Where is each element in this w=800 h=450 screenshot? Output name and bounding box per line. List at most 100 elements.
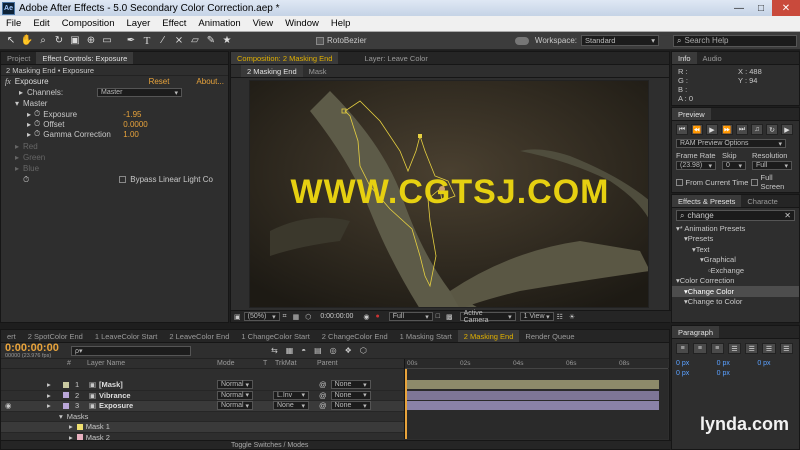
justify-all-icon[interactable]: ☰ <box>779 343 793 354</box>
mask-row[interactable]: ▸ Mask 1 <box>1 422 404 433</box>
about-link[interactable]: About... <box>196 77 224 86</box>
stopwatch-icon[interactable]: ⏱ <box>34 119 40 129</box>
effects-tree-item[interactable]: ▾ Change Color <box>672 286 799 297</box>
timeline-tab[interactable]: 2 Masking End <box>457 330 520 342</box>
safe-zones-icon[interactable]: ⌗ <box>283 313 287 321</box>
pickwhip-icon[interactable]: @ <box>319 380 327 389</box>
type-tool-icon[interactable]: T <box>140 34 154 48</box>
layer-duration-bar[interactable] <box>407 390 659 400</box>
justify-left-icon[interactable]: ☰ <box>727 343 742 354</box>
tab-paragraph[interactable]: Paragraph <box>672 326 720 338</box>
pan-behind-tool-icon[interactable]: ⊕ <box>84 34 98 48</box>
composition-viewer[interactable]: WWW.CGTSJ.COM <box>249 80 649 308</box>
justify-right-icon[interactable]: ☰ <box>762 343 776 354</box>
clone-stamp-tool-icon[interactable]: ⨯ <box>172 34 186 48</box>
expand-icon[interactable]: ▸ <box>27 130 31 139</box>
expand-icon[interactable]: ▸ <box>47 401 57 410</box>
align-left-icon[interactable]: ≡ <box>676 343 690 354</box>
toggle-switches-modes[interactable]: Toggle Switches / Modes <box>231 442 308 449</box>
space-before-field[interactable]: 0 px <box>676 370 714 377</box>
tab-preview[interactable]: Preview <box>672 108 711 120</box>
timeline-tab[interactable]: Render Queue <box>519 330 580 342</box>
preview-resolution-select[interactable]: Full ▾ <box>752 161 792 170</box>
puppet-tool-icon[interactable]: ★ <box>220 34 234 48</box>
time-graph[interactable]: 00s 02s 04s 06s 08s <box>404 359 668 439</box>
always-preview-icon[interactable]: ▣ <box>234 313 241 321</box>
ram-preview-button[interactable]: ▶ <box>781 124 793 135</box>
expand-icon[interactable]: ▸ <box>69 422 73 431</box>
exposure-icon[interactable]: ☀ <box>569 313 575 321</box>
transparency-grid-icon[interactable]: ▩ <box>446 313 453 321</box>
channels-select[interactable]: Master ▾ <box>97 88 183 97</box>
play-button[interactable]: ▶ <box>706 124 718 135</box>
timeline-tab[interactable]: 2 SpotColor End <box>22 330 89 342</box>
frame-blending-icon[interactable]: ▤ <box>314 346 322 355</box>
effects-tree-item[interactable]: ▾ Color Correction <box>672 276 799 287</box>
timeline-timecode[interactable]: 0:00:00:00 <box>5 342 67 353</box>
mask-color-swatch[interactable] <box>76 423 83 430</box>
align-center-icon[interactable]: ≡ <box>693 343 707 354</box>
camera-tool-icon[interactable]: ▣ <box>68 34 82 48</box>
space-after-field[interactable]: 0 px <box>717 370 755 377</box>
camera-select[interactable]: Active Camera ▾ <box>459 310 516 324</box>
maximize-button[interactable]: □ <box>750 0 772 16</box>
menu-help[interactable]: Help <box>325 18 357 29</box>
expand-icon[interactable]: ▸ <box>19 88 23 97</box>
eye-icon[interactable]: ◉ <box>5 401 17 410</box>
tab-character[interactable]: Characte <box>741 195 783 207</box>
bypass-checkbox[interactable] <box>119 176 127 183</box>
rotate-tool-icon[interactable]: ↻ <box>52 34 66 48</box>
expand-icon[interactable]: ▸ <box>15 142 19 151</box>
effects-tree-item[interactable]: ▾ Text <box>672 244 799 255</box>
timeline-tab[interactable]: 1 ChangeColor Start <box>235 330 315 342</box>
prop-value[interactable]: 1.00 <box>123 130 139 139</box>
workspace-select[interactable]: Standard ▾ <box>581 35 659 46</box>
tab-project[interactable]: Project <box>1 52 36 64</box>
expand-icon[interactable]: ▸ <box>15 153 19 162</box>
expand-icon[interactable]: ▸ <box>27 110 31 119</box>
trkmat-select[interactable]: L.Inv ▾ <box>273 390 309 400</box>
expand-icon[interactable]: ▸ <box>27 120 31 129</box>
region-icon[interactable]: □ <box>436 313 440 320</box>
workspace-toggle-icon[interactable] <box>514 36 529 45</box>
grid-icon[interactable]: ▦ <box>293 313 300 321</box>
prop-value[interactable]: -1.95 <box>123 110 141 119</box>
previous-frame-button[interactable]: ⏪ <box>691 124 703 135</box>
parent-select[interactable]: None ▾ <box>330 401 371 411</box>
minimize-button[interactable]: — <box>728 0 750 16</box>
expand-icon[interactable]: ▾ <box>59 412 63 421</box>
rotobezier-checkbox[interactable] <box>316 36 324 45</box>
effects-tree-item[interactable]: ▾ Graphical <box>672 255 799 266</box>
motion-blur-icon[interactable]: ◎ <box>330 346 337 355</box>
layer-name[interactable]: Exposure <box>99 401 217 410</box>
time-ruler[interactable]: 00s 02s 04s 06s 08s <box>405 359 668 369</box>
table-row[interactable]: ◉ ▸ 3 ▣ Exposure Normal ▾ None ▾ @ None ▾ <box>1 401 404 412</box>
menu-composition[interactable]: Composition <box>56 18 121 29</box>
menu-animation[interactable]: Animation <box>192 18 246 29</box>
collapse-master-icon[interactable]: ▾ <box>15 99 19 108</box>
effects-search-input[interactable]: ⌕ change ✕ <box>676 210 795 221</box>
subtab-masking-end[interactable]: 2 Masking End <box>241 65 303 77</box>
pickwhip-icon[interactable]: @ <box>319 401 327 410</box>
stopwatch-icon[interactable]: ⏱ <box>23 175 29 185</box>
hide-shy-icon[interactable]: ◓ <box>301 346 306 355</box>
next-frame-button[interactable]: ⏩ <box>721 124 733 135</box>
zoom-tool-icon[interactable]: ⌕ <box>36 34 50 48</box>
comp-mini-flowchart-icon[interactable]: ⇆ <box>271 346 278 355</box>
timeline-tab[interactable]: 2 LeaveColor End <box>163 330 235 342</box>
justify-center-icon[interactable]: ☰ <box>745 343 759 354</box>
eraser-tool-icon[interactable]: ▱ <box>188 34 202 48</box>
rectangle-tool-icon[interactable]: ▭ <box>100 34 114 48</box>
layer-name[interactable]: Vibrance <box>99 391 217 400</box>
channel-icon[interactable]: ● <box>376 313 380 320</box>
indent-first-field[interactable]: 0 px <box>717 360 755 367</box>
tab-info[interactable]: Info <box>672 52 697 64</box>
prop-value[interactable]: 0.0000 <box>123 120 147 129</box>
indent-left-field[interactable]: 0 px <box>676 360 714 367</box>
mute-button[interactable]: ♫ <box>751 124 763 135</box>
brainstorm-icon[interactable]: ❖ <box>345 346 352 355</box>
timeline-tab[interactable]: 1 LeaveColor Start <box>89 330 164 342</box>
full-screen-checkbox[interactable] <box>750 178 758 186</box>
effects-tree-item[interactable]: ▾ Presets <box>672 234 799 245</box>
table-row[interactable]: ▸ 2 ▣ Vibrance Normal ▾ L.Inv ▾ @ None ▾ <box>1 390 404 401</box>
